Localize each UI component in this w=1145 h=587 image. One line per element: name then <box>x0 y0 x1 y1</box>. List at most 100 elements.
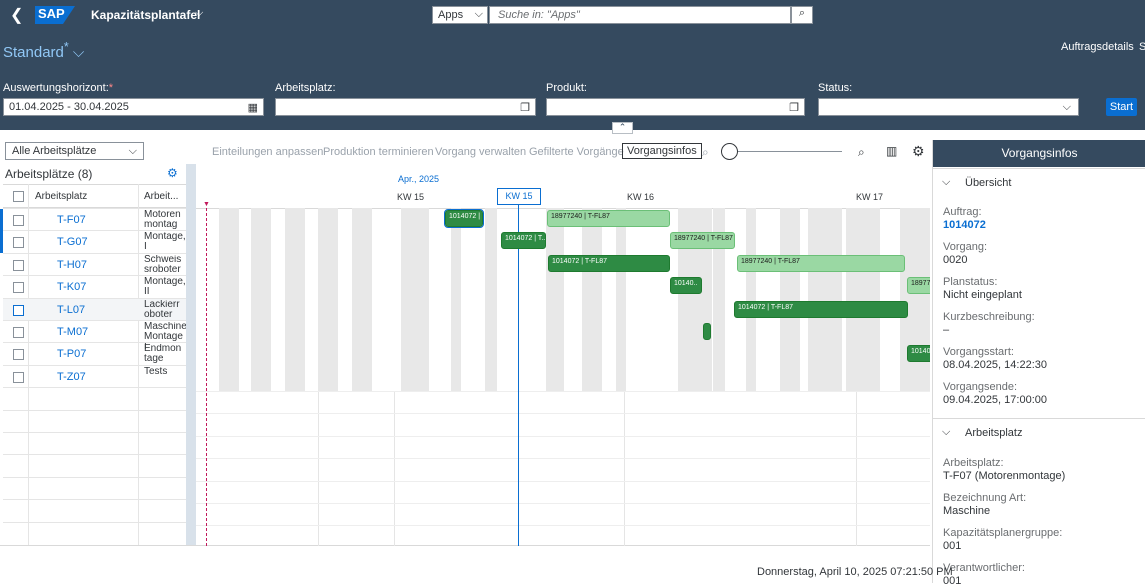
einteilungen-button[interactable]: Einteilungen anpassen <box>212 146 323 158</box>
marker-arrow-icon: ▼ <box>203 201 210 208</box>
table-row[interactable]: T-H07 Schweis sroboter <box>3 252 186 275</box>
status-select[interactable]: ⌵ <box>818 98 1079 116</box>
table-row[interactable]: T-P07 Endmon tage <box>3 342 186 364</box>
zoom-slider[interactable] <box>725 151 842 152</box>
app-title[interactable]: Kapazitätsplantafel <box>91 8 200 22</box>
arbeitsplatz-link[interactable]: T-P07 <box>57 348 86 360</box>
splitter[interactable] <box>186 164 196 546</box>
chevron-down-icon[interactable]: ⌵ <box>942 426 950 439</box>
table-row[interactable]: T-L07 Lackierr oboter <box>3 297 186 320</box>
nonworking-band <box>846 208 880 391</box>
grid-row <box>196 480 930 482</box>
row-checkbox[interactable] <box>13 327 24 338</box>
search-scope-select[interactable]: Apps ⌵ <box>432 6 488 24</box>
nonworking-band <box>808 208 842 391</box>
arbeitsplatz-link[interactable]: T-M07 <box>57 326 88 338</box>
field-label: Vorgangsstart: <box>943 346 1014 358</box>
chevron-down-icon[interactable]: ⌵ <box>942 176 950 189</box>
arbeitsplatz-link[interactable]: T-K07 <box>57 281 86 293</box>
week-label: KW 17 <box>856 192 884 202</box>
col-arbeitsplatz[interactable]: Arbeitsplatz <box>35 191 87 202</box>
section-uebersicht[interactable]: ⌵ Übersicht <box>932 168 1145 196</box>
more-link[interactable]: S <box>1139 41 1145 53</box>
gantt-chart[interactable]: Apr., 2025 KW 15 KW 15 KW 16 KW 17 ▼ 101… <box>196 164 930 546</box>
section-arbeitsplatz[interactable]: ⌵ Arbeitsplatz <box>932 418 1145 446</box>
arbeitsplatz-link[interactable]: T-L07 <box>57 304 85 316</box>
vorgangsinfos-toggle[interactable]: Vorgangsinfos <box>622 143 702 159</box>
zoom-out-icon[interactable]: ⌕ <box>702 145 709 160</box>
week-label: KW 16 <box>627 192 655 202</box>
arbeitsplatz-link[interactable]: T-G07 <box>57 236 88 248</box>
col-art[interactable]: Arbeit... <box>144 191 178 202</box>
field-label: Verantwortlicher: <box>943 562 1025 574</box>
field-value: – <box>943 324 950 336</box>
table-row[interactable]: T-Z07 Tests <box>3 364 186 387</box>
arbeitsplatz-filter-select[interactable]: Alle Arbeitsplätze ⌵ <box>5 142 144 160</box>
empty-row <box>3 432 186 454</box>
arbeitsplatz-link[interactable]: T-F07 <box>57 214 86 226</box>
row-checkbox[interactable] <box>13 259 24 271</box>
table-row[interactable]: T-G07 Montage,.. I <box>0 230 188 254</box>
row-indicator <box>0 209 3 231</box>
operation-bar[interactable]: 1014072 | T-FL87 <box>734 301 908 318</box>
table-row[interactable]: T-F07 Motoren montag <box>0 208 186 231</box>
gefilterte-vorgaenge-button[interactable]: Gefilterte Vorgänge <box>529 146 624 158</box>
row-checkbox[interactable] <box>13 282 24 294</box>
zoom-in-icon[interactable]: ⌕ <box>858 145 865 160</box>
panel-title: Vorgangsinfos <box>933 140 1145 167</box>
back-icon[interactable]: ❮ <box>10 5 23 25</box>
auftragsdetails-link[interactable]: Auftragsdetails <box>1061 41 1134 53</box>
search-icon[interactable]: ⌕ <box>791 6 813 24</box>
table-settings-icon[interactable]: ⚙ <box>167 166 178 180</box>
field-value: Maschine <box>943 505 991 517</box>
variant-title[interactable]: Standard* ⌵ <box>3 40 84 61</box>
field-label: Auftrag: <box>943 206 982 218</box>
table-row[interactable]: T-M07 Maschinel Montage I <box>3 320 188 352</box>
operation-bar[interactable]: 1014072 | T-FL87 <box>548 255 670 272</box>
row-checkbox[interactable] <box>13 237 24 249</box>
settings-icon[interactable]: ⚙ <box>912 143 925 160</box>
legend-icon[interactable]: ▥ <box>886 144 897 158</box>
operation-bar[interactable]: 18977 <box>907 277 930 294</box>
arbeitsplatz-link[interactable]: T-Z07 <box>57 371 86 383</box>
row-checkbox[interactable] <box>13 215 24 226</box>
vorgang-verwalten-button[interactable]: Vorgang verwalten <box>435 146 526 158</box>
produktion-terminieren-button[interactable]: Produktion terminieren <box>323 146 434 158</box>
zoom-slider-handle[interactable] <box>721 143 738 160</box>
filter-label-status: Status: <box>818 82 853 94</box>
nonworking-band <box>451 208 461 391</box>
horizon-input[interactable]: 01.04.2025 - 30.04.2025 ▦ <box>3 98 264 116</box>
sap-logo[interactable]: SAP <box>35 6 75 24</box>
grid-row <box>196 413 930 415</box>
start-button[interactable]: Start <box>1106 98 1137 116</box>
collapse-header-icon[interactable]: ⌃ <box>612 122 633 134</box>
field-label: Vorgangsende: <box>943 381 1018 393</box>
row-indicator <box>0 231 3 254</box>
arbeitsplatz-input[interactable]: ❐ <box>275 98 536 116</box>
operation-bar[interactable]: 10140... <box>907 345 930 362</box>
arbeitsplatzart-text: Motoren montag <box>144 210 181 230</box>
nonworking-band <box>746 208 756 391</box>
row-checkbox[interactable] <box>13 371 24 383</box>
operation-bar[interactable]: 18977240 | T-FL87 <box>737 255 905 272</box>
operation-bar[interactable]: 10140.. <box>670 277 702 294</box>
auftrag-link[interactable]: 1014072 <box>943 219 986 231</box>
operation-bar[interactable] <box>703 323 711 340</box>
empty-row <box>3 454 186 476</box>
row-checkbox[interactable] <box>13 349 24 361</box>
current-week-label[interactable]: KW 15 <box>497 188 541 205</box>
search-input[interactable]: Suche in: "Apps" <box>489 6 791 24</box>
operation-bar[interactable]: 18977240 | T-FL87 <box>670 232 735 249</box>
operation-bar[interactable]: 1014072 | T-FL87 <box>444 209 484 228</box>
operation-bar[interactable]: 18977240 | T-FL87 <box>547 210 670 227</box>
empty-row <box>3 521 186 544</box>
table-row[interactable]: T-K07 Montage,.. II <box>3 275 188 297</box>
arbeitsplatz-link[interactable]: T-H07 <box>57 259 87 271</box>
produkt-input[interactable]: ❐ <box>546 98 805 116</box>
chevron-down-icon[interactable]: ⌵ <box>195 7 203 20</box>
nonworking-band <box>546 208 564 391</box>
arbeitsplatzart-text: Schweis sroboter <box>144 254 182 275</box>
operation-bar[interactable]: 1014072 | T... <box>501 232 546 249</box>
select-all-checkbox[interactable] <box>13 191 24 202</box>
row-checkbox[interactable] <box>13 304 24 316</box>
